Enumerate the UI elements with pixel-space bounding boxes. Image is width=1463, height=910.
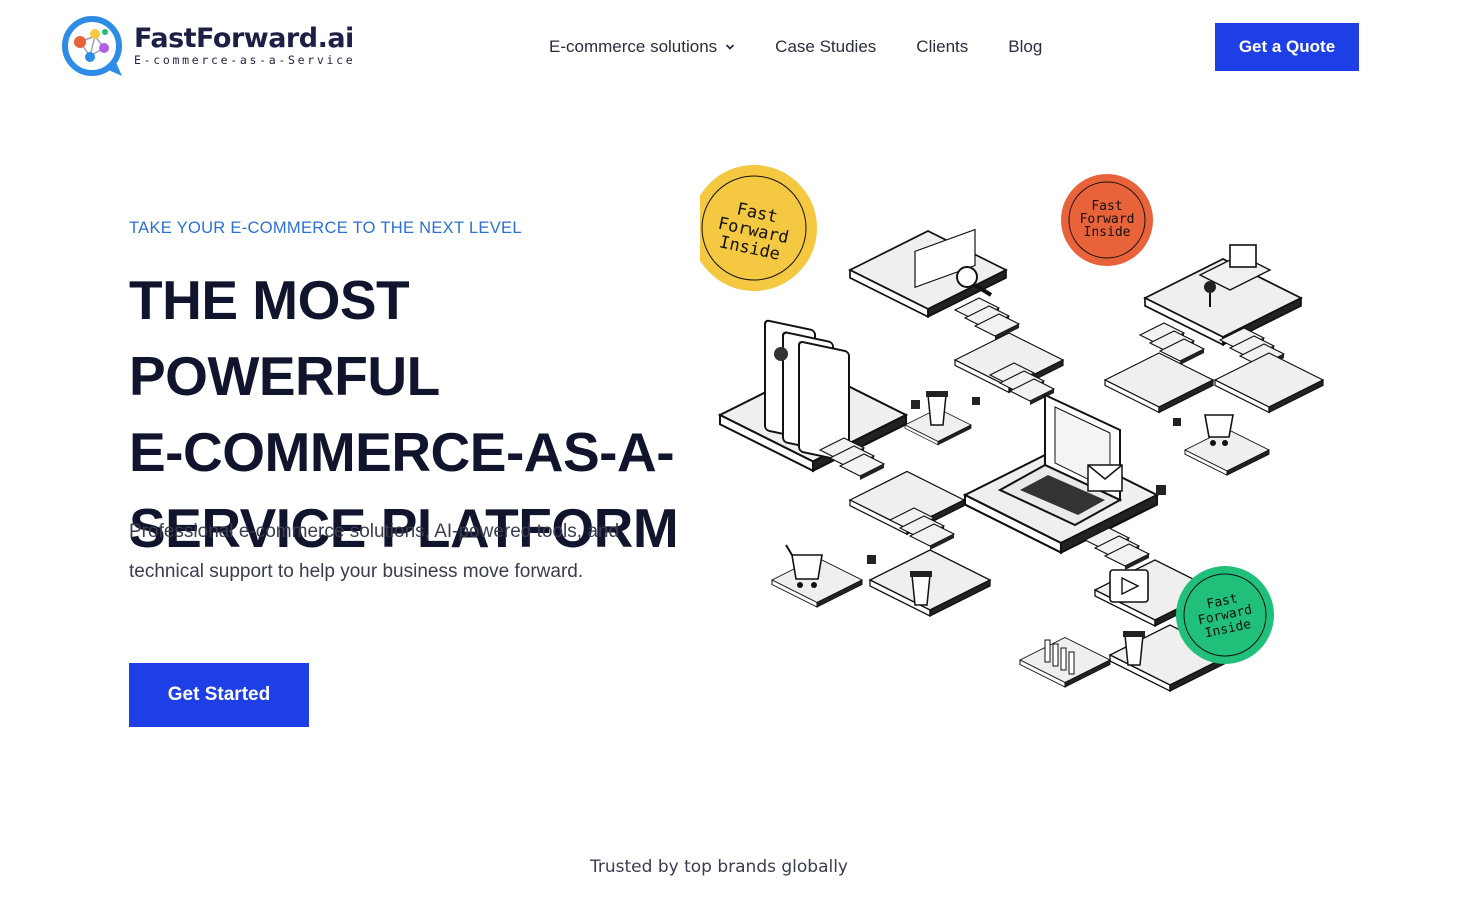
- badge-green: FastForwardInside: [1176, 566, 1274, 664]
- headline-line: E-COMMERCE-AS-A-: [129, 421, 675, 483]
- site-header: FastForward.ai E-commerce-as-a-Service E…: [0, 0, 1463, 95]
- nav-ecommerce-solutions[interactable]: E-commerce solutions: [549, 36, 735, 58]
- hero-eyebrow: TAKE YOUR E-COMMERCE TO THE NEXT LEVEL: [129, 219, 522, 237]
- main-nav: E-commerce solutions Case Studies Client…: [549, 36, 1082, 58]
- nav-item-label: Clients: [916, 37, 969, 56]
- hero-isometric-illustration: FastForwardInside Fast Forward Inside Fast…: [700, 165, 1324, 692]
- badge-yellow: FastForwardInside: [700, 165, 817, 291]
- trusted-by-text: Trusted by top brands globally: [590, 857, 848, 877]
- nav-item-label: Case Studies: [775, 37, 877, 56]
- nav-item-label: E-commerce solutions: [549, 37, 718, 56]
- nav-item-label: Blog: [1008, 37, 1043, 56]
- subtitle-line: Professional e-commerce solutions, AI-po…: [129, 521, 620, 542]
- nav-blog[interactable]: Blog: [1008, 36, 1042, 58]
- subtitle-line: technical support to help your business …: [129, 561, 584, 582]
- hero-subtitle: Professional e-commerce solutions, AI-po…: [129, 512, 669, 592]
- logo[interactable]: FastForward.ai E-commerce-as-a-Service: [60, 14, 355, 80]
- badge-orange: Fast Forward Inside: [1061, 174, 1153, 266]
- logo-name: FastForward.ai: [134, 23, 354, 54]
- headline-line: THE MOST POWERFUL: [129, 269, 440, 407]
- nav-case-studies[interactable]: Case Studies: [775, 36, 876, 58]
- logo-chat-bubble-icon: [62, 16, 122, 76]
- chevron-down-icon: [726, 44, 735, 50]
- logo-tagline: E-commerce-as-a-Service: [134, 53, 356, 67]
- nav-clients[interactable]: Clients: [916, 36, 968, 58]
- get-a-quote-button[interactable]: Get a Quote: [1215, 23, 1359, 71]
- get-started-button[interactable]: Get Started: [129, 663, 309, 727]
